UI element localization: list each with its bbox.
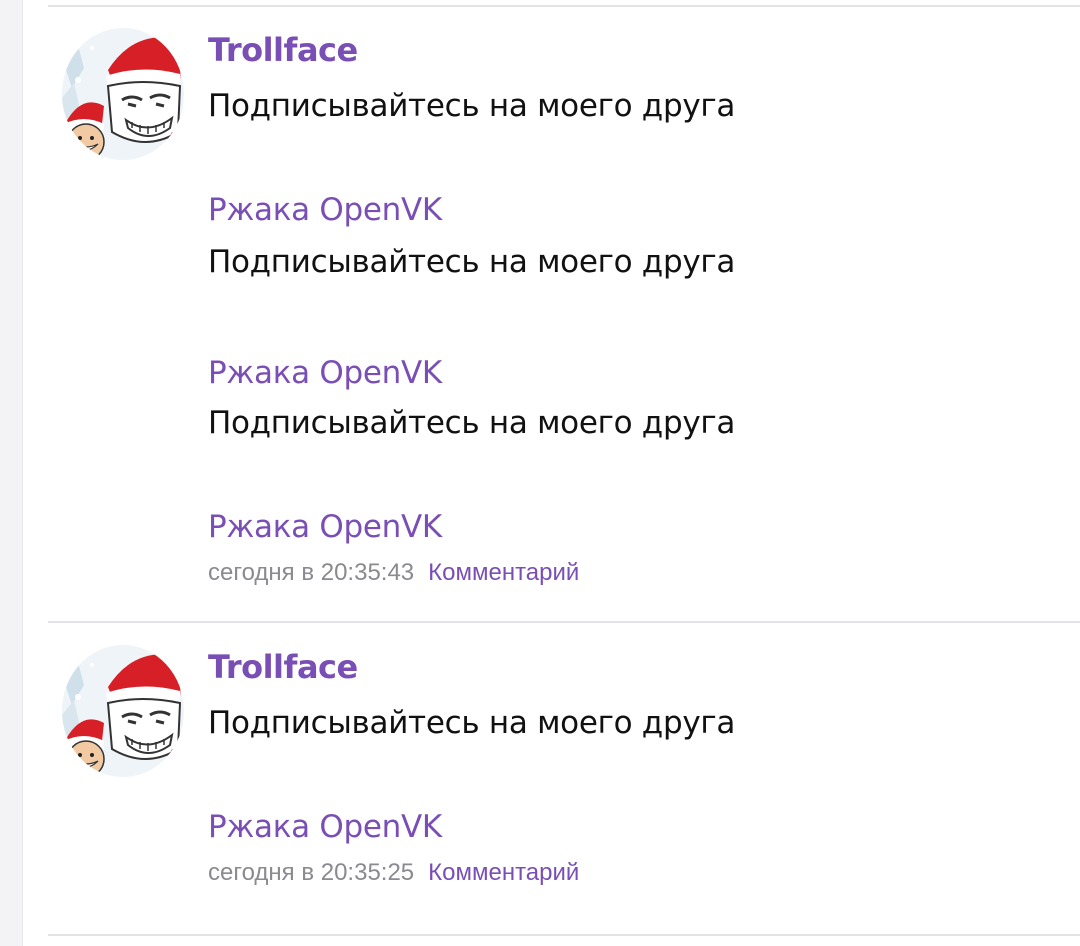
post-meta: сегодня в 20:35:43 Комментарий (208, 558, 1080, 588)
left-panel-edge (0, 0, 23, 946)
separator (48, 934, 1080, 936)
group-link[interactable]: Ржака OpenVK (208, 353, 1080, 393)
post-content: Trollface Подписывайтесь на моего друга … (208, 645, 1080, 888)
post-content: Trollface Подписывайтесь на моего друга … (208, 28, 1080, 588)
group-link[interactable]: Ржака OpenVK (208, 807, 1080, 847)
post-text: Подписывайтесь на моего друга (208, 88, 736, 124)
trollface-avatar-icon (62, 28, 184, 160)
post-text: Подписывайтесь на моего друга (208, 705, 736, 741)
group-link[interactable]: Ржака OpenVK (208, 507, 1080, 547)
avatar[interactable] (62, 645, 184, 777)
post-date[interactable]: сегодня в 20:35:43 (208, 559, 414, 586)
post-meta: сегодня в 20:35:25 Комментарий (208, 858, 1080, 888)
post-author[interactable]: Trollface (208, 645, 1080, 689)
avatar[interactable] (62, 28, 184, 160)
post-text: Подписывайтесь на моего друга (208, 405, 736, 441)
trollface-avatar-icon (62, 645, 184, 777)
post-author[interactable]: Trollface (208, 28, 1080, 72)
comment-link[interactable]: Комментарий (428, 559, 579, 586)
separator (48, 5, 1080, 7)
post-date[interactable]: сегодня в 20:35:25 (208, 859, 414, 886)
post-text: Подписывайтесь на моего друга (208, 244, 736, 280)
separator (48, 621, 1080, 623)
group-link[interactable]: Ржака OpenVK (208, 190, 1080, 230)
comment-link[interactable]: Комментарий (428, 859, 579, 886)
